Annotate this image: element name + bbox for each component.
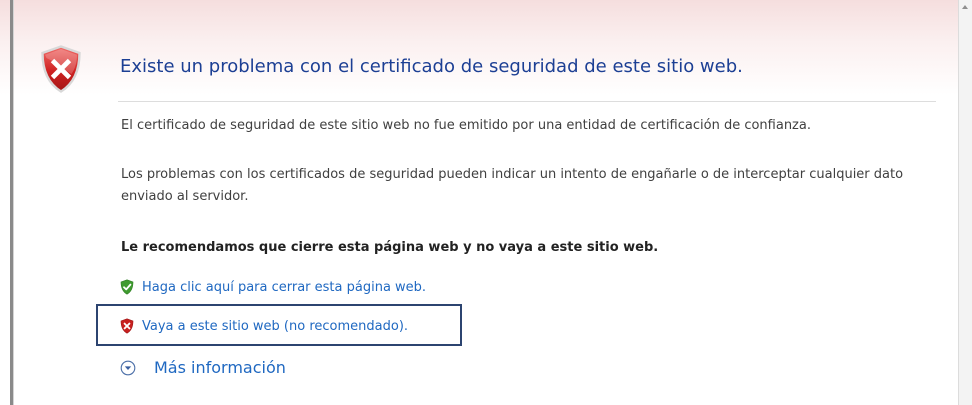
- more-info-label[interactable]: Más información: [154, 358, 286, 377]
- security-error-shield-icon: [41, 45, 81, 93]
- page-title: Existe un problema con el certificado de…: [120, 56, 743, 77]
- certificate-issuer-message: El certificado de seguridad de este siti…: [121, 118, 811, 133]
- header-gradient: [0, 0, 960, 95]
- recommendation-message: Le recomendamos que cierre esta página w…: [121, 240, 659, 255]
- vertical-scrollbar[interactable]: [958, 0, 972, 405]
- chevron-down-circle-icon: [120, 360, 136, 375]
- more-info-toggle[interactable]: Más información: [120, 358, 286, 377]
- scroll-up-arrow-icon[interactable]: [962, 5, 968, 9]
- certificate-risk-message: Los problemas con los certificados de se…: [121, 167, 904, 204]
- window-left-border-highlight: [13, 0, 14, 405]
- title-divider: [118, 101, 936, 102]
- green-check-shield-icon: [120, 279, 134, 295]
- certificate-error-page: Existe un problema con el certificado de…: [0, 0, 972, 405]
- close-page-link-row[interactable]: Haga clic aquí para cerrar esta página w…: [120, 277, 426, 297]
- close-page-link[interactable]: Haga clic aquí para cerrar esta página w…: [142, 280, 426, 295]
- continue-link-highlight: [96, 304, 462, 346]
